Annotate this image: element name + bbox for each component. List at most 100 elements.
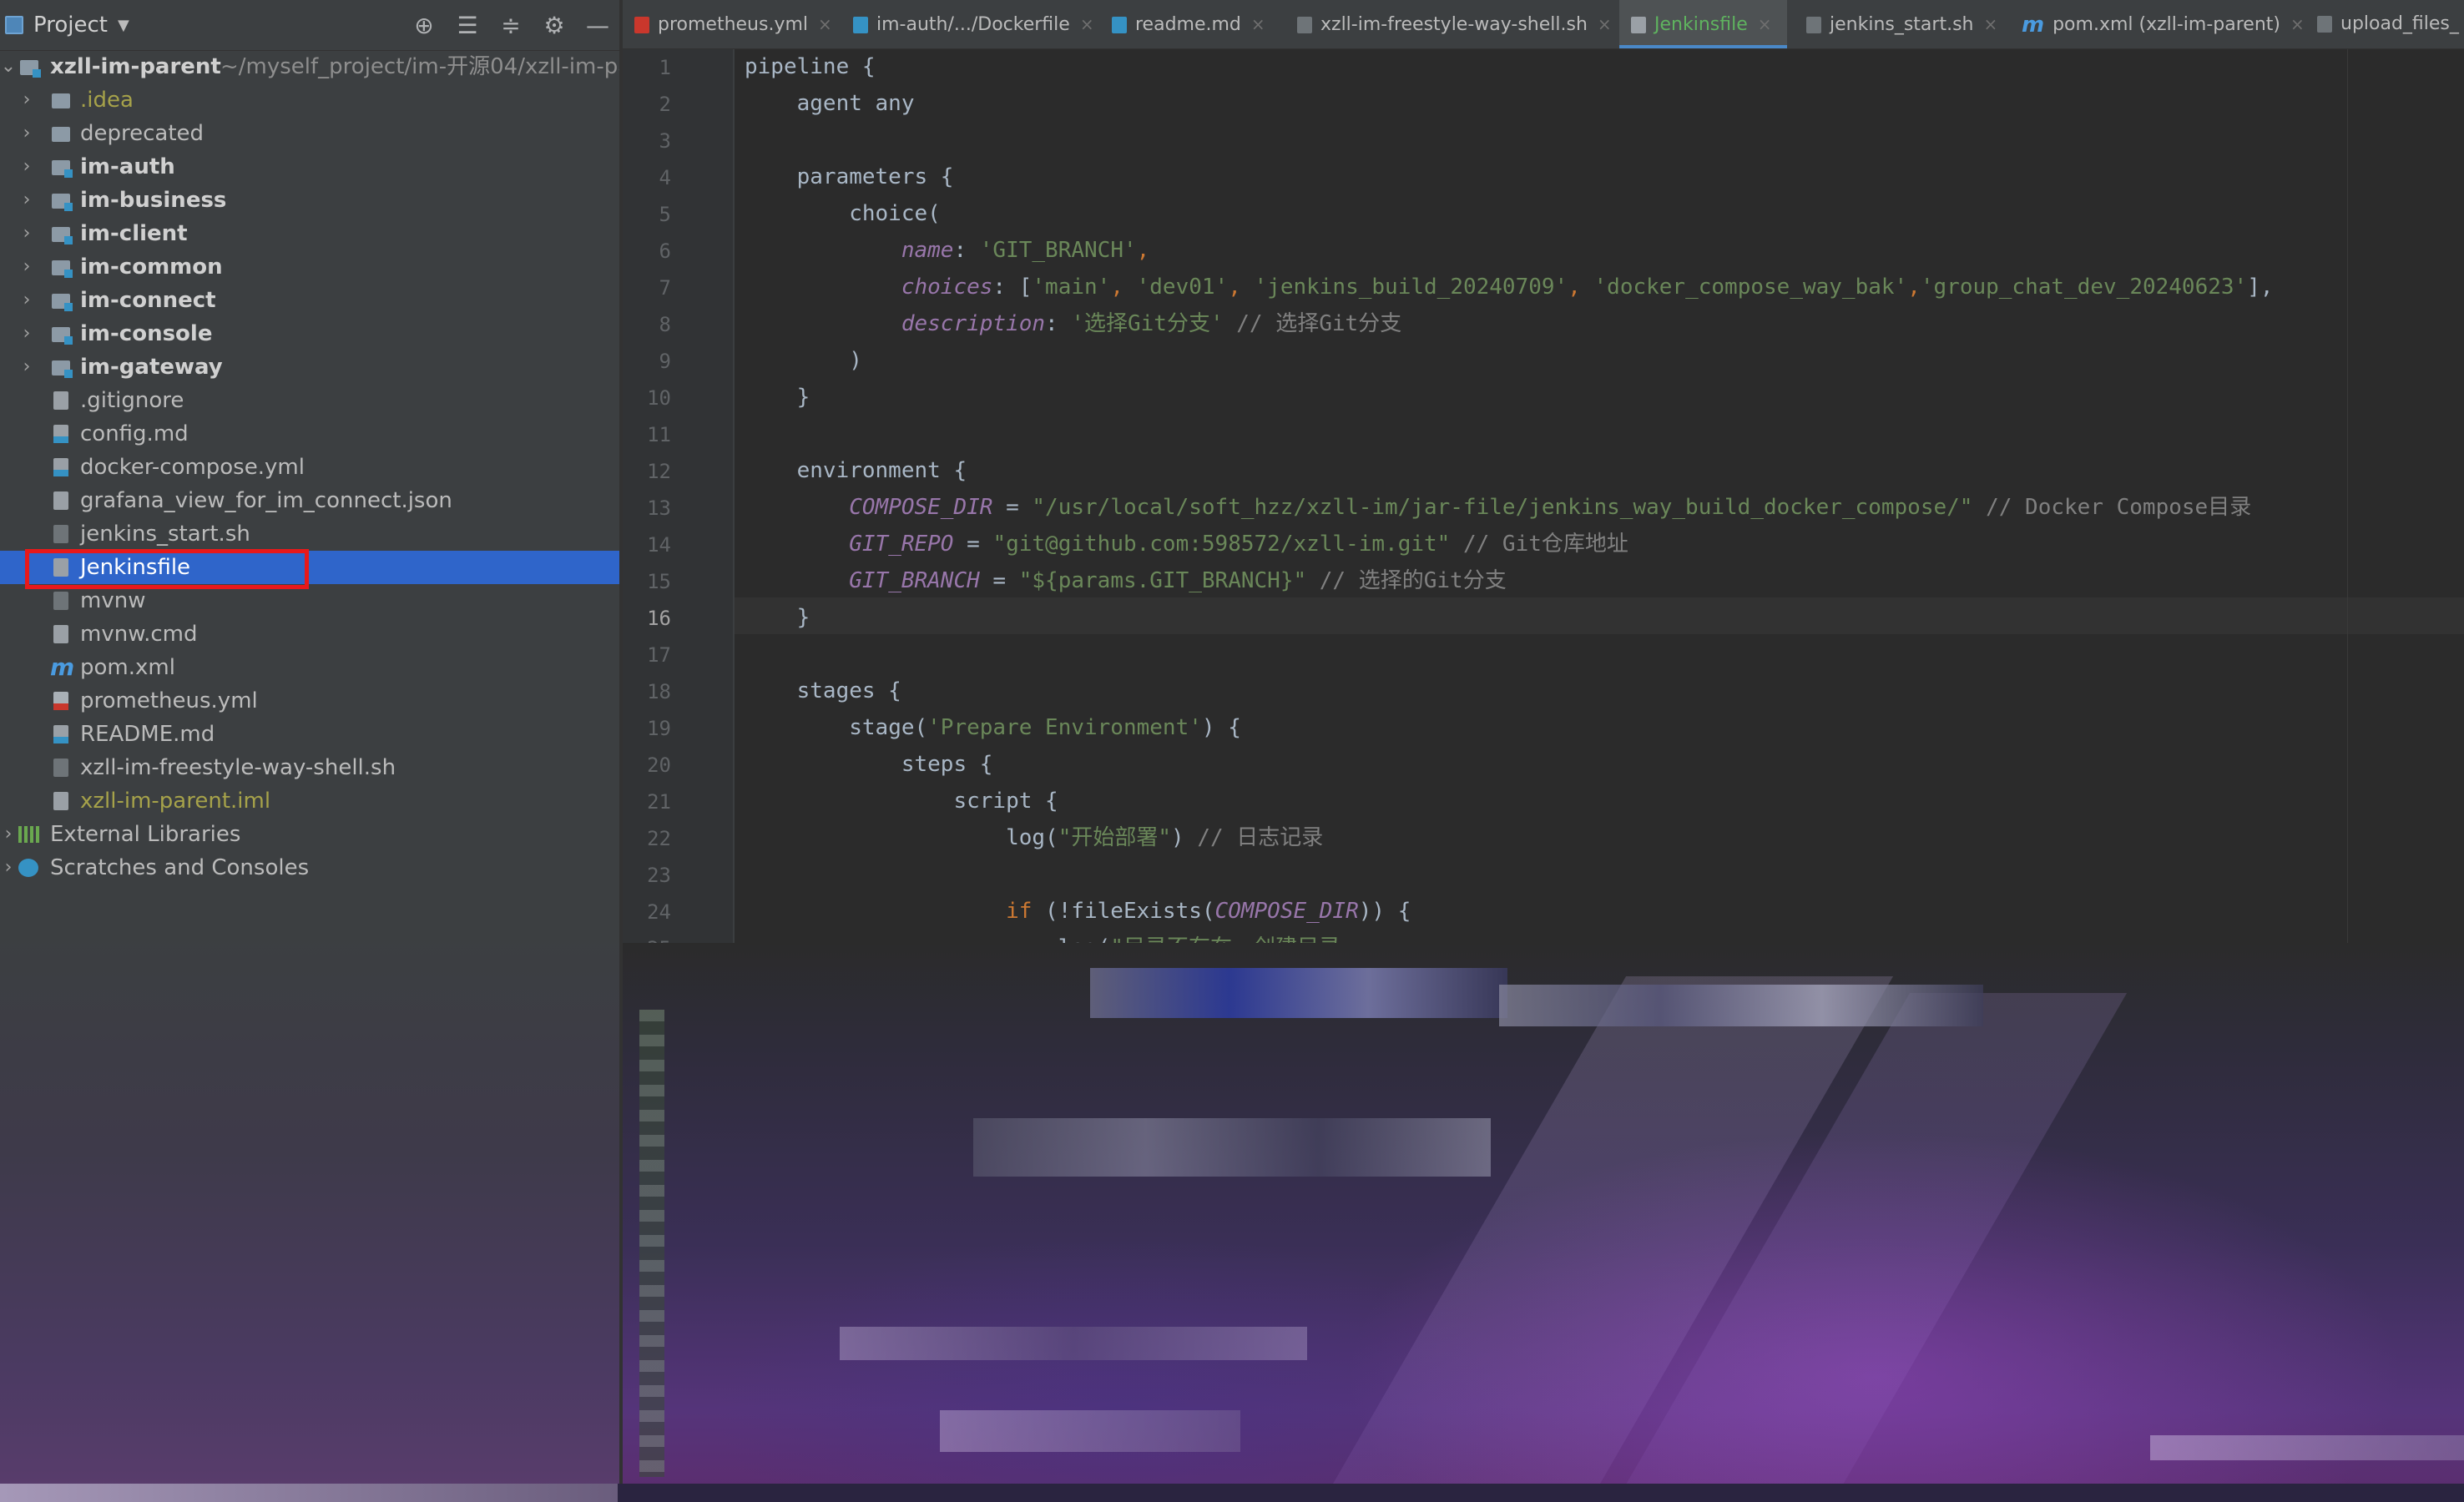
tree-item-im-console[interactable]: › im-console (0, 317, 619, 350)
code-text: ], (2247, 275, 2274, 300)
tree-item-docker-compose[interactable]: docker-compose.yml (0, 451, 619, 484)
tree-item-im-connect[interactable]: › im-connect (0, 284, 619, 317)
tree-item-jenkinsfile[interactable]: Jenkinsfile (0, 551, 619, 584)
tree-item-im-common[interactable]: › im-common (0, 250, 619, 284)
code-string: 'Prepare Environment' (927, 715, 1202, 740)
chevron-right-icon[interactable]: › (18, 317, 35, 350)
tree-root-xzll-im-parent[interactable]: ⌄ xzll-im-parent ~/myself_project/im-开源0… (0, 50, 619, 83)
code-line-19[interactable]: stage('Prepare Environment') { (745, 709, 1241, 746)
code-line-22[interactable]: log("开始部署") // 日志记录 (745, 819, 1323, 856)
chevron-down-icon[interactable]: ▼ (118, 17, 129, 34)
tree-item-parent-iml[interactable]: xzll-im-parent.iml (0, 784, 619, 818)
code-line-16[interactable]: } (745, 599, 810, 636)
chevron-right-icon[interactable]: › (0, 818, 17, 851)
code-line-8[interactable]: description: '选择Git分支' // 选择Git分支 (745, 305, 1401, 342)
code-string: "开始部署" (1058, 825, 1172, 850)
close-icon[interactable]: × (1758, 14, 1772, 34)
horizontal-scrollbar-left[interactable] (0, 1484, 618, 1502)
tree-item-idea[interactable]: › .idea (0, 83, 619, 117)
tab-prometheus-yml[interactable]: prometheus.yml × (634, 0, 832, 48)
chevron-right-icon[interactable]: › (18, 217, 35, 250)
tree-item-pom-xml[interactable]: m pom.xml (0, 651, 619, 684)
shell-file-icon (53, 592, 68, 610)
tree-item-mvnw[interactable]: mvnw (0, 584, 619, 617)
code-line-21[interactable]: script { (745, 783, 1058, 819)
chevron-right-icon[interactable]: › (18, 284, 35, 317)
tab-upload-files[interactable]: upload_files_ (2317, 0, 2459, 48)
line-number: 4 (659, 166, 671, 189)
line-number: 23 (647, 864, 671, 887)
chevron-down-icon[interactable]: ⌄ (0, 50, 17, 83)
code-variable: GIT_REPO (849, 532, 954, 557)
tree-item-prometheus-yml[interactable]: prometheus.yml (0, 684, 619, 718)
tab-jenkins-start-sh[interactable]: jenkins_start.sh × (1806, 0, 1997, 48)
project-view-selector[interactable]: Project (33, 13, 108, 38)
code-line-2[interactable]: agent any (745, 85, 915, 122)
hide-panel-icon[interactable]: — (576, 0, 619, 50)
close-icon[interactable]: × (1080, 14, 1094, 34)
line-number: 19 (647, 717, 671, 740)
chevron-right-icon[interactable]: › (18, 150, 35, 184)
code-line-4[interactable]: parameters { (745, 159, 954, 195)
chevron-right-icon[interactable]: › (18, 83, 35, 117)
close-icon[interactable]: × (1598, 14, 1612, 34)
code-line-9[interactable]: ) (745, 342, 862, 379)
tree-item-im-client[interactable]: › im-client (0, 217, 619, 250)
collapse-all-icon[interactable]: ≑ (489, 0, 533, 50)
chevron-right-icon[interactable]: › (0, 851, 17, 885)
close-icon[interactable]: × (1984, 14, 1998, 34)
chevron-right-icon[interactable]: › (18, 350, 35, 384)
code-line-24[interactable]: if (!fileExists(COMPOSE_DIR)) { (745, 893, 1411, 930)
code-param-name: name (901, 238, 954, 263)
tree-item-readme-md[interactable]: README.md (0, 718, 619, 751)
chevron-right-icon[interactable]: › (18, 184, 35, 217)
tab-pom-xml[interactable]: m pom.xml (xzll-im-parent) × (2022, 0, 2305, 48)
code-line-20[interactable]: steps { (745, 746, 993, 783)
tree-item-freestyle-shell[interactable]: xzll-im-freestyle-way-shell.sh (0, 751, 619, 784)
locate-file-icon[interactable]: ⊕ (402, 0, 446, 50)
tree-item-grafana-json[interactable]: grafana_view_for_im_connect.json (0, 484, 619, 517)
tree-item-im-auth[interactable]: › im-auth (0, 150, 619, 184)
close-icon[interactable]: × (818, 14, 832, 34)
code-string: "git@github.com:598572/xzll-im.git" (992, 532, 1451, 557)
tree-item-label: grafana_view_for_im_connect.json (80, 488, 452, 513)
code-line-15[interactable]: GIT_BRANCH = "${params.GIT_BRANCH}" // 选… (745, 562, 1506, 599)
close-icon[interactable]: × (2290, 14, 2305, 34)
code-line-7[interactable]: choices: ['main', 'dev01', 'jenkins_buil… (745, 269, 2274, 305)
code-line-6[interactable]: name: 'GIT_BRANCH', (745, 232, 1149, 269)
code-text: } (745, 385, 810, 410)
code-line-1[interactable]: pipeline { (745, 48, 876, 85)
tree-item-label: Scratches and Consoles (50, 855, 310, 880)
close-icon[interactable]: × (1251, 14, 1265, 34)
code-line-5[interactable]: choice( (745, 195, 941, 232)
tab-dockerfile[interactable]: im-auth/.../Dockerfile × (853, 0, 1094, 48)
code-line-14[interactable]: GIT_REPO = "git@github.com:598572/xzll-i… (745, 526, 1628, 562)
tree-item-label: pom.xml (80, 655, 175, 680)
tree-item-mvnw-cmd[interactable]: mvnw.cmd (0, 617, 619, 651)
tree-item-config-md[interactable]: config.md (0, 417, 619, 451)
tree-item-external-libraries[interactable]: › External Libraries (0, 818, 619, 851)
code-line-18[interactable]: stages { (745, 673, 901, 709)
line-number: 20 (647, 754, 671, 777)
tree-item-im-business[interactable]: › im-business (0, 184, 619, 217)
code-string: 'main' (1032, 275, 1111, 300)
expand-all-icon[interactable]: ☰ (446, 0, 489, 50)
tree-item-jenkins-start-sh[interactable]: jenkins_start.sh (0, 517, 619, 551)
tree-item-im-gateway[interactable]: › im-gateway (0, 350, 619, 384)
tree-item-gitignore[interactable]: .gitignore (0, 384, 619, 417)
tree-item-deprecated[interactable]: › deprecated (0, 117, 619, 150)
gear-icon[interactable]: ⚙ (533, 0, 576, 50)
tree-item-scratches[interactable]: › Scratches and Consoles (0, 851, 619, 885)
chevron-right-icon[interactable]: › (18, 250, 35, 284)
code-line-13[interactable]: COMPOSE_DIR = "/usr/local/soft_hzz/xzll-… (745, 489, 2251, 526)
tab-freestyle-shell[interactable]: xzll-im-freestyle-way-shell.sh × (1297, 0, 1612, 48)
code-string: 'dev01' (1136, 275, 1229, 300)
tab-jenkinsfile[interactable]: Jenkinsfile × (1619, 0, 1787, 48)
code-line-12[interactable]: environment { (745, 452, 967, 489)
tab-readme-md[interactable]: readme.md × (1112, 0, 1265, 48)
code-text: log( (1006, 825, 1058, 850)
code-variable: COMPOSE_DIR (1214, 899, 1359, 924)
chevron-right-icon[interactable]: › (18, 117, 35, 150)
module-folder-icon (20, 60, 41, 78)
code-line-10[interactable]: } (745, 379, 810, 416)
